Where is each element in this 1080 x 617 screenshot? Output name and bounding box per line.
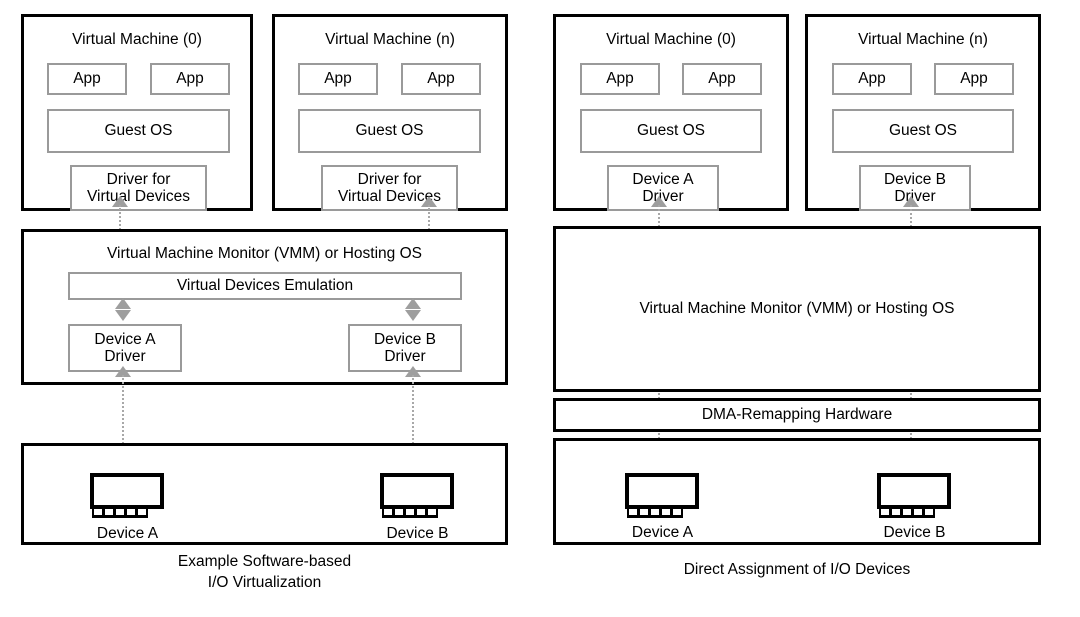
left-vmn-title: Virtual Machine (n) (325, 31, 455, 49)
left-device-b-driver-line1: Device B (373, 330, 437, 348)
left-device-b-driver: Device B Driver (348, 324, 462, 372)
right-vm0-driver-line1: Device A (632, 170, 694, 188)
right-device-a-label: Device A (631, 524, 694, 542)
dma-remapping-hardware-box: DMA-Remapping Hardware (553, 398, 1041, 432)
right-vmn-driver-line1: Device B (883, 170, 947, 188)
right-vmn-app-0: App (832, 63, 912, 95)
left-vmm-container: Virtual Machine Monitor (VMM) or Hosting… (21, 229, 508, 385)
left-vmn-guest-os: Guest OS (298, 109, 481, 153)
left-device-b-label: Device B (386, 525, 449, 543)
right-panel-caption: Direct Assignment of I/O Devices (553, 560, 1041, 581)
right-vmn-guest-os: Guest OS (832, 109, 1014, 153)
left-arrow-emulation-to-driver-b (402, 298, 424, 322)
left-device-b-driver-line2: Driver (384, 348, 426, 365)
arrowhead-up-icon (115, 298, 131, 309)
right-vm0-title: Virtual Machine (0) (606, 31, 736, 49)
arrowhead-down-icon (115, 310, 131, 321)
left-vmm-title: Virtual Machine Monitor (VMM) or Hosting… (107, 245, 422, 263)
right-vmn-title: Virtual Machine (n) (858, 31, 988, 49)
left-vm0-app-1: App (150, 63, 230, 95)
right-caption-line1: Direct Assignment of I/O Devices (683, 561, 911, 578)
left-vmn-app-1: App (401, 63, 481, 95)
right-device-b-label: Device B (883, 524, 946, 542)
left-caption-line2: I/O Virtualization (207, 573, 322, 591)
dma-remapping-hardware-label: DMA-Remapping Hardware (701, 406, 893, 424)
left-vm0-driver-line2: Virtual Devices (86, 188, 191, 205)
left-device-a-driver: Device A Driver (68, 324, 182, 372)
right-vmn-container: Virtual Machine (n) App App Guest OS Dev… (805, 14, 1041, 211)
left-vm0-title: Virtual Machine (0) (72, 31, 202, 49)
arrowhead-up-icon (405, 298, 421, 309)
left-vmn-driver-line1: Driver for (357, 170, 422, 188)
right-vmm-title: Virtual Machine Monitor (VMM) or Hosting… (639, 300, 955, 318)
left-arrow-emulation-to-driver-a (112, 298, 134, 322)
right-vm0-guest-os: Guest OS (580, 109, 762, 153)
left-caption-line1: Example Software-based (177, 553, 352, 570)
arrowhead-down-icon (405, 310, 421, 321)
left-vm0-app-0: App (47, 63, 127, 95)
left-vm0-container: Virtual Machine (0) App App Guest OS Dri… (21, 14, 253, 211)
left-vm0-driver-line1: Driver for (106, 170, 171, 188)
right-vmn-app-1: App (934, 63, 1014, 95)
left-device-a-label: Device A (96, 525, 159, 543)
right-vm0-app-0: App (580, 63, 660, 95)
left-device-a-driver-line1: Device A (94, 330, 156, 348)
right-vm0-app-1: App (682, 63, 762, 95)
left-panel-caption: Example Software-based I/O Virtualizatio… (21, 552, 508, 594)
left-vm0-guest-os: Guest OS (47, 109, 230, 153)
right-vmm-container: Virtual Machine Monitor (VMM) or Hosting… (553, 226, 1041, 392)
diagram-canvas: Virtual Machine (0) App App Guest OS Dri… (0, 0, 1080, 617)
right-hardware-container: Device A Device B (553, 438, 1041, 545)
right-vm0-container: Virtual Machine (0) App App Guest OS Dev… (553, 14, 789, 211)
left-hardware-container: Device A Device B (21, 443, 508, 545)
left-device-a-driver-line2: Driver (104, 348, 146, 365)
left-vmn-container: Virtual Machine (n) App App Guest OS Dri… (272, 14, 508, 211)
left-vmn-app-0: App (298, 63, 378, 95)
left-virtual-devices-emulation: Virtual Devices Emulation (68, 272, 462, 300)
left-vm0-driver: Driver for Virtual Devices (70, 165, 207, 211)
